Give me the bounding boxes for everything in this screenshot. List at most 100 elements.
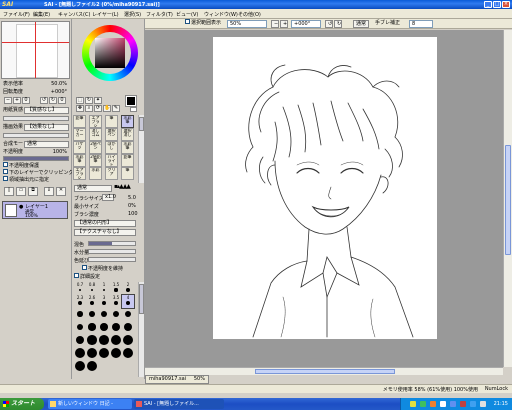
tool-18[interactable]: クリア [105,167,118,180]
tool-3[interactable]: 水彩筆 [121,115,134,128]
color-wheel[interactable] [82,25,138,81]
select-source-checkbox[interactable] [3,176,8,181]
navigator-thumbnail[interactable] [1,21,70,79]
menu-select[interactable]: 選択(S) [124,11,141,18]
tool-12[interactable]: 水彩筆 [73,154,86,167]
volume-icon[interactable] [480,401,486,407]
brush-preset-5[interactable]: 2.3 [74,295,86,308]
effect-select[interactable]: 【効果なし】 [24,124,69,131]
merge-layer-icon[interactable]: ⇓ [44,187,54,196]
delete-layer-icon[interactable]: ✕ [56,187,66,196]
detail-settings-row[interactable]: 詳細設定 [74,273,100,280]
menu-view[interactable]: ビュー(V) [176,11,198,18]
rotate-select[interactable]: +000° [291,20,321,28]
brush-preset-23[interactable] [110,334,122,347]
new-layer-icon[interactable]: ▯ [4,187,14,196]
rotate-icon[interactable]: ⟳ [94,105,102,112]
brush-preset-0[interactable]: 0.7 [74,282,86,295]
smoothing-select[interactable]: 8 [409,20,433,28]
protect-checkbox[interactable] [3,162,8,167]
zoom-select[interactable]: 50% [227,20,267,28]
select-source-row[interactable]: 領域抽出元に指定 [3,176,69,184]
menu-filter[interactable]: フィルタ(T) [146,11,173,18]
menu-edit[interactable]: 編集(E) [33,11,50,18]
start-button[interactable]: スタート [0,398,44,410]
brush-preset-10[interactable] [74,308,86,321]
paper-strength-slider[interactable] [3,116,69,121]
select-rect-icon[interactable]: ⬚ [76,97,84,104]
close-button[interactable]: × [502,1,510,8]
brush-preset-scrollbar[interactable] [138,282,144,377]
blend-mode-select[interactable]: 通常 [24,141,69,148]
canvas-horizontal-scrollbar[interactable] [145,367,503,375]
zoom-icon[interactable]: ⌕ [85,105,93,112]
tool-8[interactable]: バケツ [73,141,86,154]
brush-preset-6[interactable]: 2.6 [86,295,98,308]
menu-canvas[interactable]: キャンバス(C) [58,11,90,18]
tool-5[interactable]: 消しゴム [89,128,102,141]
canvas-vscroll-thumb[interactable] [505,145,511,255]
copy-layer-icon[interactable]: ⧉ [28,187,38,196]
brush-preset-25[interactable] [74,347,86,360]
brush-preset-27[interactable] [98,347,110,360]
brush-preset-17[interactable] [98,321,110,334]
selection-visible-toggle[interactable]: 選択範囲表示 [185,19,221,28]
tray-icon-2[interactable] [420,401,426,407]
rotate-left-button[interactable]: ↺ [325,20,333,28]
tool-10[interactable]: ぼかし [105,141,118,154]
protect-row[interactable]: 不透明度保護 [3,162,69,170]
tool-grid-scrollbar[interactable] [138,115,144,183]
layer-opacity-slider[interactable] [3,156,69,161]
canvas-paper[interactable] [213,37,437,339]
tool-17[interactable]: 水彩 [89,167,102,180]
tool-2[interactable]: 筆 [105,115,118,128]
task-button-sai[interactable]: SAI - [無題しファイル... [134,399,224,409]
effect-strength-slider[interactable] [3,133,69,138]
menu-layer[interactable]: レイヤー(L) [92,11,119,18]
brush-preset-8[interactable]: 3.5 [110,295,122,308]
tray-icon-3[interactable] [430,401,436,407]
brush-size-multiplier[interactable]: x1.0 [102,194,116,201]
nav-reset-button[interactable]: 0 [22,97,30,104]
brush-preset-21[interactable] [86,334,98,347]
tool-9[interactable]: 2値ペン [89,141,102,154]
brush-preset-4[interactable]: 2 [122,282,134,295]
tray-icon-1[interactable] [410,401,416,407]
tool-11[interactable]: 水彩筆 [121,141,134,154]
layer-item[interactable]: ● レイヤー1 通常 100% [2,201,68,219]
brush-preset-11[interactable] [86,308,98,321]
brush-preset-31[interactable] [86,360,98,373]
tool-16[interactable]: エアブラシ [73,167,86,180]
brush-preset-29[interactable] [122,347,134,360]
new-folder-icon[interactable]: ▭ [16,187,26,196]
tool-7[interactable]: 選択消し [121,128,134,141]
brush-preset-1[interactable]: 0.8 [86,282,98,295]
brush-preset-15[interactable] [74,321,86,334]
brush-edge-shapes[interactable]: ▪▴▲▲▲ [114,184,140,192]
brush-texture-select[interactable]: 【テクスチャなし】 [74,229,136,236]
move-icon[interactable]: ✥ [76,105,84,112]
nav-zoom-in-button[interactable]: + [13,97,21,104]
nav-zoom-out-button[interactable]: − [4,97,12,104]
tool-14[interactable]: ハイライト [105,154,118,167]
tray-icon-7[interactable] [470,401,476,407]
zoom-in-button[interactable]: + [280,20,288,28]
brush-preset-19[interactable] [122,321,134,334]
canvas-area[interactable] [145,30,503,367]
selection-visible-checkbox[interactable] [185,19,190,24]
rotate-right-button[interactable]: ↻ [334,20,342,28]
brush-preset-18[interactable] [110,321,122,334]
tray-icon-4[interactable] [440,401,446,407]
keep-opacity-row[interactable]: 不透明度を維持 [82,265,123,272]
normal-button[interactable]: 通常 [353,20,369,28]
nav-rotate-reset-button[interactable]: 0 [58,97,66,104]
minimize-button[interactable]: _ [484,1,492,8]
tool-13[interactable]: 2値鉛筆 [89,154,102,167]
tool-6[interactable]: 選択ペン [105,128,118,141]
menu-other[interactable]: その他(O) [238,11,261,18]
brush-water-slider[interactable] [88,249,136,254]
brush-preset-14[interactable] [122,308,134,321]
brush-preset-30[interactable] [74,360,86,373]
brush-preset-12[interactable] [98,308,110,321]
clip-checkbox[interactable] [3,169,8,174]
